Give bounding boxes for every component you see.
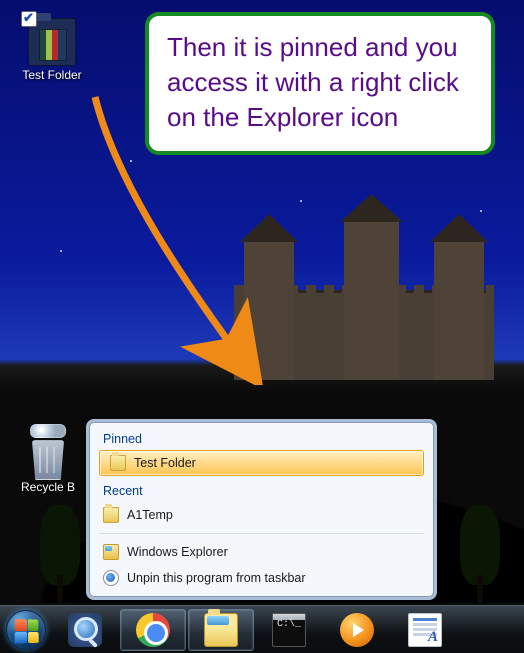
jumplist-item-label: A1Temp (127, 508, 173, 522)
taskbar-button-wordpad[interactable] (392, 609, 458, 651)
folder-icon (103, 507, 119, 523)
start-button[interactable] (2, 606, 50, 653)
checkmark-overlay-icon (21, 11, 37, 27)
taskbar-button-cmd[interactable] (256, 609, 322, 651)
taskbar-button-wmp[interactable] (324, 609, 390, 651)
jumplist-app-entry[interactable]: Windows Explorer (93, 539, 430, 565)
separator (99, 533, 424, 534)
taskbar-button-chrome[interactable] (120, 609, 186, 651)
jumplist-item-pinned[interactable]: Test Folder (99, 450, 424, 476)
cmd-icon (272, 613, 306, 647)
taskbar (0, 605, 524, 653)
taskbar-button-explorer[interactable] (188, 609, 254, 651)
jumplist-unpin-entry[interactable]: Unpin this program from taskbar (93, 565, 430, 591)
recycle-bin-icon (26, 430, 70, 480)
wordpad-icon (408, 613, 442, 647)
jumplist-app-label: Windows Explorer (127, 545, 228, 559)
desktop-icon-test-folder[interactable]: Test Folder (12, 18, 92, 82)
binder-icon (39, 29, 67, 61)
magnifier-icon (68, 613, 102, 647)
jumplist: Pinned Test Folder Recent A1Temp Windows… (89, 422, 434, 597)
jumplist-recent-header: Recent (93, 480, 430, 502)
jumplist-unpin-label: Unpin this program from taskbar (127, 571, 306, 585)
jumplist-item-recent[interactable]: A1Temp (93, 502, 430, 528)
annotation-callout: Then it is pinned and you access it with… (145, 12, 495, 155)
taskbar-button-magnifier[interactable] (52, 609, 118, 651)
annotation-text: Then it is pinned and you access it with… (167, 30, 473, 135)
windows-orb-icon (6, 610, 46, 650)
desktop-icon-label: Recycle B (8, 480, 88, 494)
pin-icon (103, 570, 119, 586)
jumplist-item-label: Test Folder (134, 456, 196, 470)
explorer-icon (204, 613, 238, 647)
media-player-icon (340, 613, 374, 647)
chrome-icon (136, 613, 170, 647)
tree-decor (460, 505, 500, 605)
jumplist-pinned-header: Pinned (93, 428, 430, 450)
tree-decor (40, 505, 80, 605)
folder-icon (110, 455, 126, 471)
desktop-icon-label: Test Folder (12, 68, 92, 82)
explorer-icon (103, 544, 119, 560)
folder-icon (28, 18, 76, 66)
desktop-icon-recycle-bin[interactable]: Recycle B (8, 430, 88, 494)
